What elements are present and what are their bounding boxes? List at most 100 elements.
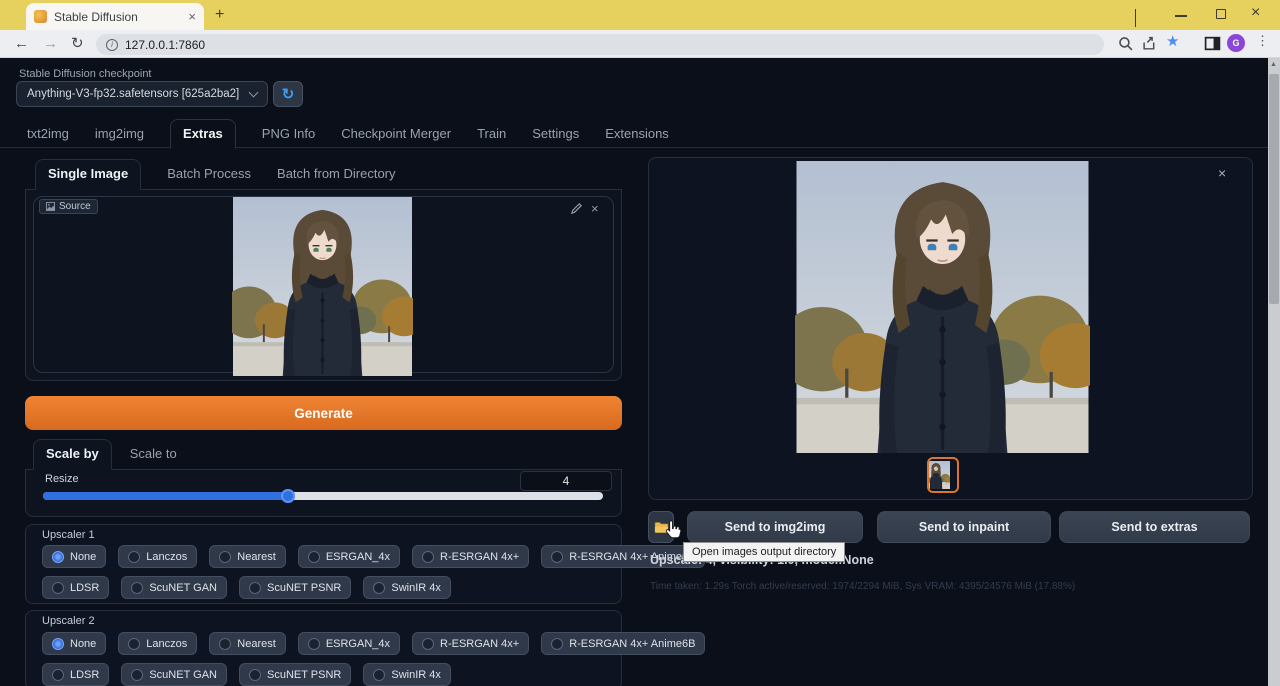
upscaler-option-swinir[interactable]: SwinIR 4x (363, 663, 451, 686)
tab-settings[interactable]: Settings (532, 126, 579, 148)
share-icon[interactable] (1142, 35, 1159, 52)
option-label: LDSR (70, 668, 100, 681)
upscaler-option-resrgan4x[interactable]: R-ESRGAN 4x+ (412, 545, 530, 568)
bookmark-star-icon[interactable]: ★ (1166, 32, 1179, 50)
scale-mode-tabs: Scale by Scale to (25, 439, 622, 470)
upscaler2-row1: None Lanczos Nearest ESRGAN_4x R-ESRGAN … (42, 632, 706, 655)
window-maximize-button[interactable] (1216, 9, 1226, 19)
tab-img2img[interactable]: img2img (95, 126, 144, 148)
radio-icon (422, 637, 435, 650)
tab-png-info[interactable]: PNG Info (262, 126, 315, 148)
back-button[interactable]: ← (14, 34, 29, 54)
option-label: Lanczos (146, 550, 188, 563)
radio-icon (52, 550, 64, 563)
resize-number-input[interactable]: 4 (520, 471, 612, 491)
upscaler-option-swinir[interactable]: SwinIR 4x (363, 576, 451, 599)
radio-icon (249, 581, 261, 594)
radio-icon (131, 668, 144, 681)
upscaler-option-nearest[interactable]: Nearest (209, 632, 286, 655)
upscaler-option-resrgan4x[interactable]: R-ESRGAN 4x+ (412, 632, 530, 655)
radio-icon (52, 668, 64, 681)
upscaler-option-none[interactable]: None (42, 632, 107, 655)
chevron-down-icon (248, 87, 259, 98)
clear-image-icon[interactable]: × (591, 202, 599, 215)
scrollbar-thumb[interactable] (1269, 74, 1279, 304)
upscaler-option-scunet-gan[interactable]: ScuNET GAN (121, 663, 227, 686)
browser-tab[interactable]: Stable Diffusion × (26, 3, 204, 30)
source-image (232, 197, 413, 376)
profile-avatar[interactable]: G (1227, 34, 1245, 52)
reload-button[interactable]: ↻ (71, 34, 84, 54)
resize-slider-handle[interactable] (281, 489, 295, 503)
tab-extras[interactable]: Extras (170, 119, 236, 149)
zoom-icon[interactable] (1117, 35, 1134, 52)
radio-icon (373, 581, 386, 594)
send-to-extras-button[interactable]: Send to extras (1059, 511, 1250, 543)
window-minimize-button[interactable] (1175, 15, 1187, 17)
tab-batch-from-directory[interactable]: Batch from Directory (277, 166, 395, 189)
send-to-img2img-button[interactable]: Send to img2img (687, 511, 863, 543)
upscaler-option-nearest[interactable]: Nearest (209, 545, 286, 568)
upscaler-option-esrgan4x[interactable]: ESRGAN_4x (297, 545, 401, 568)
radio-icon (249, 668, 261, 681)
option-label: R-ESRGAN 4x+ (440, 550, 520, 563)
option-label: Nearest (237, 550, 276, 563)
option-label: None (70, 550, 97, 563)
upscaler-option-lanczos[interactable]: Lanczos (118, 545, 198, 568)
edit-icon[interactable] (570, 202, 583, 215)
option-label: ScuNET PSNR (267, 668, 342, 681)
upscaler-option-esrgan4x[interactable]: ESRGAN_4x (297, 632, 401, 655)
tab-txt2img[interactable]: txt2img (27, 126, 69, 148)
option-label: ScuNET GAN (149, 668, 217, 681)
side-panel-icon[interactable] (1204, 35, 1221, 52)
image-icon (46, 202, 55, 211)
option-label: SwinIR 4x (391, 581, 441, 594)
send-to-inpaint-button[interactable]: Send to inpaint (877, 511, 1051, 543)
tab-train[interactable]: Train (477, 126, 506, 148)
refresh-checkpoints-button[interactable]: ↻ (273, 81, 303, 107)
tab-scale-to[interactable]: Scale to (130, 446, 177, 469)
upscaler-option-lanczos[interactable]: Lanczos (118, 632, 198, 655)
upscaler-option-anime6b[interactable]: R-ESRGAN 4x+ Anime6B (541, 632, 706, 655)
radio-icon (219, 637, 232, 650)
site-info-icon[interactable]: i (106, 38, 118, 51)
radio-icon (219, 550, 232, 563)
upscaler-option-ldsr[interactable]: LDSR (42, 663, 110, 686)
checkpoint-dropdown[interactable]: Anything-V3-fp32.safetensors [625a2ba2] (16, 81, 268, 107)
new-tab-button[interactable]: + (215, 6, 224, 24)
tab-batch-process[interactable]: Batch Process (167, 166, 251, 189)
tooltip: Open images output directory (683, 542, 846, 562)
tab-single-image[interactable]: Single Image (35, 159, 142, 190)
tab-checkpoint-merger[interactable]: Checkpoint Merger (341, 126, 451, 148)
radio-icon (307, 550, 320, 563)
tab-search-icon[interactable] (1135, 9, 1136, 27)
upscaler-option-ldsr[interactable]: LDSR (42, 576, 110, 599)
tab-scale-by[interactable]: Scale by (33, 439, 112, 470)
tab-extensions[interactable]: Extensions (605, 126, 669, 148)
tab-title: Stable Diffusion (54, 9, 138, 24)
generate-button[interactable]: Generate (25, 396, 622, 430)
source-label-chip: Source (39, 199, 98, 214)
browser-menu-icon[interactable]: ⋮ (1256, 33, 1269, 49)
upscaler1-row2: LDSR ScuNET GAN ScuNET PSNR SwinIR 4x (42, 576, 451, 599)
result-image[interactable] (795, 161, 1090, 453)
scroll-up-icon[interactable]: ▲ (1270, 61, 1277, 68)
resize-label: Resize (45, 473, 79, 485)
gallery-thumbnail[interactable] (927, 457, 959, 493)
hand-cursor-icon (665, 520, 682, 539)
url-bar[interactable]: i 127.0.0.1:7860 (96, 34, 1104, 55)
upscaler-option-none[interactable]: None (42, 545, 107, 568)
upscaler-option-scunet-psnr[interactable]: ScuNET PSNR (239, 576, 352, 599)
radio-icon (128, 637, 141, 650)
upscaler1-label: Upscaler 1 (42, 529, 95, 541)
option-label: Lanczos (146, 637, 188, 650)
extras-mode-tabs: Single Image Batch Process Batch from Di… (25, 159, 622, 190)
upscaler-option-scunet-gan[interactable]: ScuNET GAN (121, 576, 227, 599)
footer-stats-text: Time taken: 1.29s Torch active/reserved:… (650, 581, 1076, 592)
gallery-close-icon[interactable]: × (1218, 165, 1226, 181)
upscaler-option-scunet-psnr[interactable]: ScuNET PSNR (239, 663, 352, 686)
forward-button[interactable]: → (43, 34, 58, 54)
tab-close-icon[interactable]: × (188, 10, 196, 23)
option-label: R-ESRGAN 4x+ (440, 637, 520, 650)
window-close-button[interactable]: × (1251, 4, 1260, 22)
